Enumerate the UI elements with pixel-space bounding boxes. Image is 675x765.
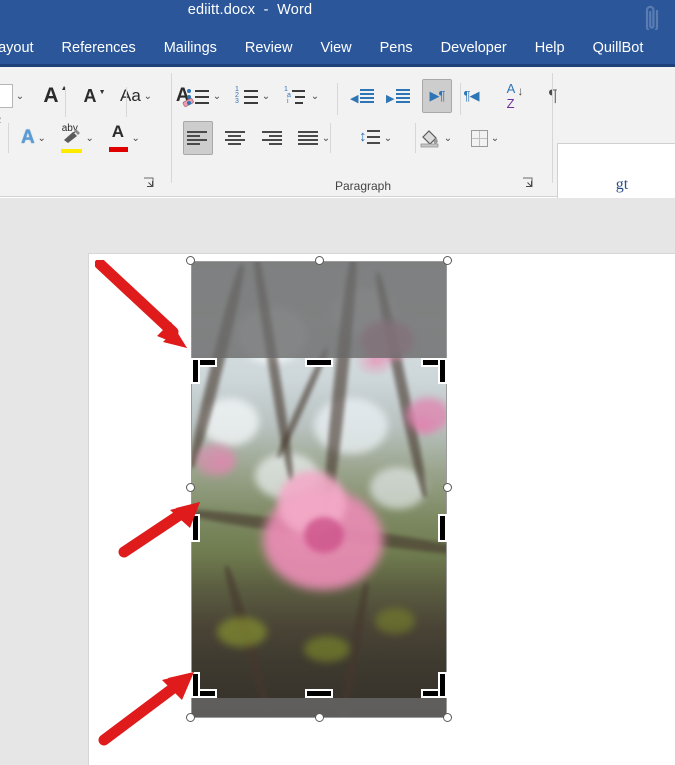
chevron-down-icon: ⌄ xyxy=(443,132,453,144)
tab-help[interactable]: Help xyxy=(521,30,579,66)
borders-button[interactable]: ⌄ xyxy=(468,121,505,155)
decrease-indent-icon: ◀ xyxy=(350,87,374,105)
tab-mailings[interactable]: Mailings xyxy=(150,30,231,66)
crop-handle-top-right-v[interactable] xyxy=(438,358,447,384)
resize-handle-bottom-center[interactable] xyxy=(314,713,324,722)
resize-handle-bottom-right[interactable] xyxy=(443,713,452,722)
tab-references[interactable]: References xyxy=(48,30,150,66)
align-right-icon xyxy=(261,129,283,147)
font-dialog-launcher[interactable] xyxy=(142,177,156,191)
crop-handle-top-center[interactable] xyxy=(305,358,333,367)
chevron-down-icon: ⌄ xyxy=(131,132,140,144)
tab-layout[interactable]: Layout xyxy=(0,30,48,66)
rtl-text-icon: ¶◀ xyxy=(463,88,480,103)
shrink-font-button[interactable]: A xyxy=(75,79,106,113)
chevron-down-icon: ⌄ xyxy=(37,132,46,144)
shading-button[interactable]: ⌄ xyxy=(416,121,458,155)
tab-developer[interactable]: Developer xyxy=(427,30,521,66)
text-highlight-button[interactable]: aby ⌄ xyxy=(58,121,100,155)
paragraph-group-label: Paragraph xyxy=(334,179,392,193)
left-to-right-text-button[interactable]: ▶¶ xyxy=(422,79,452,113)
bullets-button[interactable]: ⌄ xyxy=(183,79,227,113)
word-window: ediitt.docx - Word Layout References Mai… xyxy=(0,0,675,765)
crop-rectangle xyxy=(191,358,447,698)
tab-pens[interactable]: Pens xyxy=(366,30,427,66)
sort-button[interactable]: A Z ↓ xyxy=(496,79,526,113)
justify-icon xyxy=(297,129,319,147)
tab-quillbot[interactable]: QuillBot xyxy=(579,30,658,66)
ribbon-tab-bar: Layout References Mailings Review View P… xyxy=(0,30,675,66)
numbering-button[interactable]: 1 2 3 ⌄ xyxy=(232,79,276,113)
resize-handle-top-right[interactable] xyxy=(443,256,452,265)
window-title: ediitt.docx - Word xyxy=(187,2,313,18)
font-color-button[interactable]: A ⌄ xyxy=(106,121,146,155)
chevron-down-icon: ⌄ xyxy=(310,90,320,102)
font-color-icon: A xyxy=(108,122,129,152)
align-right-button[interactable] xyxy=(257,121,287,155)
align-left-icon xyxy=(187,129,209,147)
change-case-button[interactable]: Aa ⌄ xyxy=(117,79,158,113)
resize-handle-bottom-left[interactable] xyxy=(186,713,195,722)
line-spacing-button[interactable]: ↕ ⌄ xyxy=(356,121,398,155)
show-formatting-marks-button[interactable]: ¶ xyxy=(538,79,568,113)
tab-view[interactable]: View xyxy=(306,30,365,66)
line-spacing-icon: ↕ xyxy=(359,128,381,148)
text-effects-icon: A xyxy=(21,127,35,148)
ribbon: ⌄ A A Aa ⌄ A xyxy=(0,67,675,235)
chevron-down-icon: ⌄ xyxy=(383,132,393,144)
align-left-button[interactable] xyxy=(183,121,213,155)
chevron-down-icon: ⌄ xyxy=(143,90,152,102)
ribbon-group-font: ⌄ A A Aa ⌄ A xyxy=(0,67,194,197)
font-size-box[interactable]: ⌄ xyxy=(0,79,30,113)
align-center-icon xyxy=(224,129,246,147)
crop-handle-top-left-v[interactable] xyxy=(191,358,200,384)
borders-icon xyxy=(471,129,488,147)
increase-indent-button[interactable]: ▶ xyxy=(383,79,413,113)
chevron-down-icon: ⌄ xyxy=(490,132,500,144)
change-case-icon: Aa xyxy=(120,86,141,105)
title-bar: ediitt.docx - Word xyxy=(0,0,675,34)
sort-icon: A Z ↓ xyxy=(506,81,524,111)
crop-handle-middle-left[interactable] xyxy=(191,514,200,542)
chevron-down-icon: ⌄ xyxy=(85,132,94,144)
superscript-hint: 2 xyxy=(0,115,1,125)
shrink-font-icon: A xyxy=(84,86,106,107)
crop-handle-bottom-center[interactable] xyxy=(305,689,333,698)
tab-review[interactable]: Review xyxy=(231,30,307,66)
resize-handle-top-left[interactable] xyxy=(186,256,195,265)
chevron-down-icon: ⌄ xyxy=(261,90,271,102)
crop-handle-bottom-right-v[interactable] xyxy=(438,672,447,698)
numbered-list-icon: 1 2 3 xyxy=(235,86,259,106)
increase-indent-icon: ▶ xyxy=(386,87,410,105)
crop-handle-middle-right[interactable] xyxy=(438,514,447,542)
picture-crop-container[interactable] xyxy=(186,256,452,722)
multilevel-list-icon: 1 a i xyxy=(284,86,308,106)
ribbon-group-paragraph: ⌄ 1 2 3 ⌄ 1 a i ⌄ ◀ ▶ ▶¶ ¶◀ A Z ↓ ⌄ ↕ ⌄ … xyxy=(173,67,558,197)
align-center-button[interactable] xyxy=(220,121,250,155)
text-effects-button[interactable]: A ⌄ xyxy=(18,121,52,155)
document-canvas[interactable] xyxy=(0,198,675,765)
crop-mask-top xyxy=(191,261,447,358)
ribbon-tabs: Layout References Mailings Review View P… xyxy=(0,30,657,66)
resize-handle-top-center[interactable] xyxy=(314,256,324,265)
shading-bucket-icon xyxy=(419,128,441,148)
chevron-down-icon: ⌄ xyxy=(212,90,222,102)
crop-handle-bottom-left-v[interactable] xyxy=(191,672,200,698)
paragraph-dialog-launcher[interactable] xyxy=(521,177,535,191)
ltr-text-icon: ▶¶ xyxy=(429,88,446,103)
grow-font-button[interactable]: A xyxy=(36,79,67,113)
styles-gallery-sample: gt xyxy=(615,176,629,193)
document-page[interactable] xyxy=(88,253,675,765)
bullet-list-icon xyxy=(186,86,210,106)
chevron-down-icon: ⌄ xyxy=(15,90,25,102)
decrease-indent-button[interactable]: ◀ xyxy=(347,79,377,113)
grow-font-icon: A xyxy=(43,84,67,108)
multilevel-list-button[interactable]: 1 a i ⌄ xyxy=(281,79,325,113)
highlighter-icon: aby xyxy=(60,123,83,153)
